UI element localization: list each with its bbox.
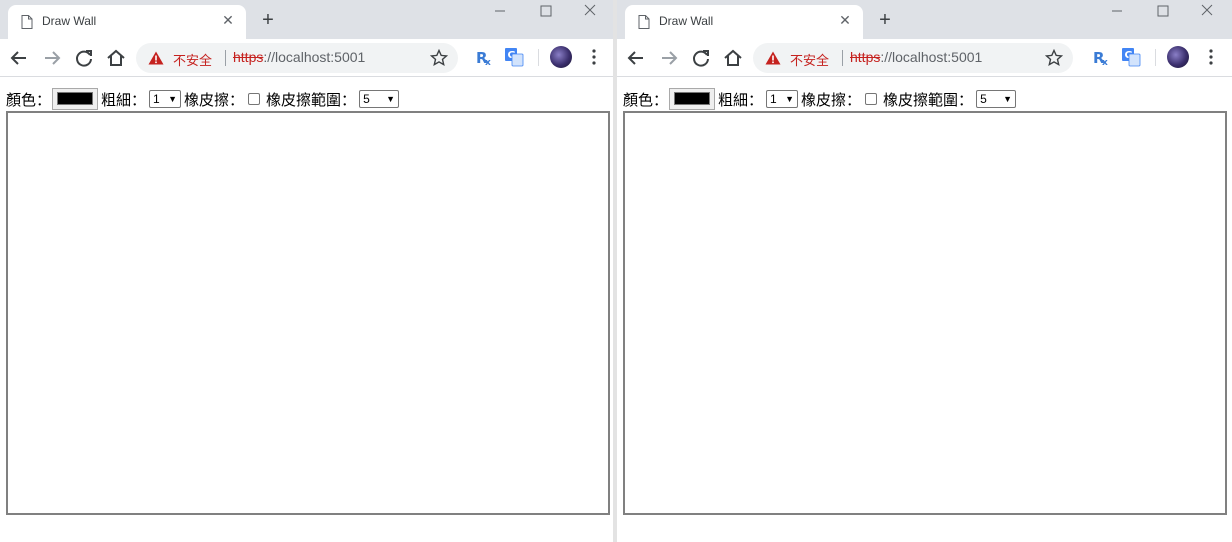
document-icon xyxy=(638,15,650,29)
url-text: https://localhost:5001 xyxy=(850,49,982,65)
url-host: ://localhost:5001 xyxy=(880,49,983,65)
eraser-range-select[interactable]: 5 ▼ xyxy=(976,90,1017,108)
minimize-icon[interactable] xyxy=(1094,0,1140,22)
eraser-range-select-value: 5 xyxy=(363,92,370,106)
security-label[interactable]: 不安全 xyxy=(173,50,212,69)
home-icon[interactable] xyxy=(105,47,127,69)
toolbar-divider xyxy=(1155,49,1156,66)
page-content: 顏色： 粗細： 1 ▼ 橡皮擦： 橡皮擦範圍： 5 ▼ xyxy=(617,77,1232,542)
forward-arrow-icon[interactable] xyxy=(658,47,680,69)
drawing-controls: 顏色： 粗細： 1 ▼ 橡皮擦： 橡皮擦範圍： 5 ▼ xyxy=(6,88,402,110)
title-bar: Draw Wall ✕ + xyxy=(617,0,1232,39)
avatar[interactable] xyxy=(550,46,572,68)
eraser-range-select-value: 5 xyxy=(980,92,987,106)
close-icon[interactable]: ✕ xyxy=(220,13,236,29)
width-label: 粗細： xyxy=(101,90,147,109)
toolbar-divider xyxy=(538,49,539,66)
plus-icon[interactable]: + xyxy=(874,10,896,32)
security-label[interactable]: 不安全 xyxy=(790,50,829,69)
minimize-icon[interactable] xyxy=(477,0,523,22)
drawing-controls: 顏色： 粗細： 1 ▼ 橡皮擦： 橡皮擦範圍： 5 ▼ xyxy=(623,88,1019,110)
width-label: 粗細： xyxy=(718,90,764,109)
address-bar[interactable]: 不安全 https://localhost:5001 xyxy=(753,43,1073,73)
translate-icon[interactable]: G xyxy=(1121,47,1141,67)
width-select[interactable]: 1 ▼ xyxy=(149,90,182,108)
window-close-icon[interactable] xyxy=(567,0,613,22)
warning-icon xyxy=(148,51,164,65)
url-text: https://localhost:5001 xyxy=(233,49,365,65)
forward-arrow-icon[interactable] xyxy=(41,47,63,69)
width-select-value: 1 xyxy=(770,92,777,106)
color-swatch xyxy=(57,92,94,105)
kebab-menu-icon[interactable] xyxy=(1208,48,1214,66)
eraser-checkbox[interactable] xyxy=(865,93,878,105)
eraser-range-label: 橡皮擦範圍： xyxy=(266,90,357,109)
warning-icon xyxy=(765,51,781,65)
rx-extension-icon[interactable]: R x xyxy=(1090,47,1110,67)
star-icon[interactable] xyxy=(430,49,448,67)
close-icon[interactable]: ✕ xyxy=(837,13,853,29)
browser-tab[interactable]: Draw Wall ✕ xyxy=(625,5,863,39)
dropdown-arrow-icon: ▼ xyxy=(168,94,178,104)
browser-window-right: Draw Wall ✕ + 不安全 https://localhost:5001… xyxy=(617,0,1232,542)
maximize-icon[interactable] xyxy=(1140,0,1186,22)
drawing-canvas[interactable] xyxy=(623,111,1227,515)
eraser-label: 橡皮擦： xyxy=(801,90,862,109)
dropdown-arrow-icon: ▼ xyxy=(386,94,396,104)
color-picker[interactable] xyxy=(52,88,99,110)
tab-title: Draw Wall xyxy=(659,14,714,28)
url-scheme: https xyxy=(233,49,264,65)
document-icon xyxy=(21,15,33,29)
color-label: 顏色： xyxy=(623,90,669,109)
home-icon[interactable] xyxy=(722,47,744,69)
eraser-label: 橡皮擦： xyxy=(184,90,245,109)
star-icon[interactable] xyxy=(1045,49,1063,67)
dropdown-arrow-icon: ▼ xyxy=(1003,94,1013,104)
url-scheme: https xyxy=(850,49,881,65)
tab-title: Draw Wall xyxy=(42,14,97,28)
color-picker[interactable] xyxy=(669,88,716,110)
eraser-checkbox[interactable] xyxy=(248,93,261,105)
color-swatch xyxy=(674,92,711,105)
eraser-range-label: 橡皮擦範圍： xyxy=(883,90,974,109)
width-select[interactable]: 1 ▼ xyxy=(766,90,799,108)
back-arrow-icon[interactable] xyxy=(8,47,30,69)
reload-icon[interactable] xyxy=(690,47,712,69)
width-select-value: 1 xyxy=(153,92,160,106)
svg-text:x: x xyxy=(485,58,491,67)
maximize-icon[interactable] xyxy=(523,0,569,22)
kebab-menu-icon[interactable] xyxy=(591,48,597,66)
svg-text:x: x xyxy=(1102,58,1108,67)
drawing-canvas[interactable] xyxy=(6,111,610,515)
page-content: 顏色： 粗細： 1 ▼ 橡皮擦： 橡皮擦範圍： 5 ▼ xyxy=(0,77,613,542)
eraser-range-select[interactable]: 5 ▼ xyxy=(359,90,400,108)
avatar[interactable] xyxy=(1167,46,1189,68)
translate-icon[interactable]: G xyxy=(504,47,524,67)
divider xyxy=(225,50,226,66)
back-arrow-icon[interactable] xyxy=(625,47,647,69)
dropdown-arrow-icon: ▼ xyxy=(785,94,795,104)
plus-icon[interactable]: + xyxy=(257,10,279,32)
color-label: 顏色： xyxy=(6,90,52,109)
address-bar[interactable]: 不安全 https://localhost:5001 xyxy=(136,43,458,73)
title-bar: Draw Wall ✕ + xyxy=(0,0,613,39)
divider xyxy=(842,50,843,66)
browser-tab[interactable]: Draw Wall ✕ xyxy=(8,5,246,39)
reload-icon[interactable] xyxy=(73,47,95,69)
window-close-icon[interactable] xyxy=(1184,0,1230,22)
url-host: ://localhost:5001 xyxy=(263,49,366,65)
rx-extension-icon[interactable]: R x xyxy=(473,47,493,67)
browser-window-left: Draw Wall ✕ + 不安全 https://localhost:5001… xyxy=(0,0,613,542)
